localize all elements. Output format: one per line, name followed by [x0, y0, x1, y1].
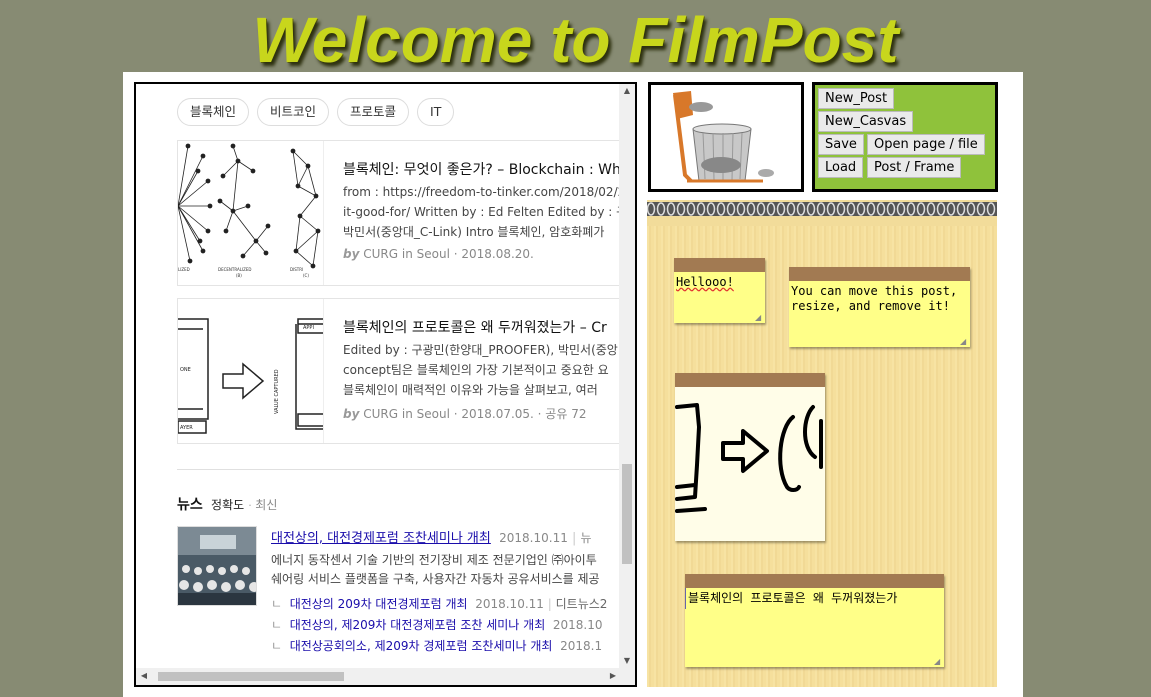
news-photo[interactable] — [177, 526, 257, 606]
resize-grip-icon[interactable]: ◢ — [960, 337, 968, 346]
resize-grip-icon[interactable]: ◢ — [934, 657, 942, 666]
by-label: by — [343, 407, 360, 421]
tag-list: 블록체인 비트코인 프로토콜 IT — [177, 98, 455, 126]
horizontal-scrollbar[interactable]: ◀ ▶ — [136, 668, 621, 685]
meta-text: CURG in Seoul · 2018.08.20. — [363, 247, 534, 261]
resize-grip-icon[interactable]: ◢ — [755, 313, 763, 322]
article-title[interactable]: 블록체인: 무엇이 좋은가? – Blockchain : Wh — [343, 159, 621, 179]
article-desc-line: concept팀은 블록체인의 가장 기본적이고 중요한 요 — [343, 363, 609, 377]
news-desc-line: 에너지 동작센서 기술 기반의 전기장비 제조 전문기업인 ㈜아이투 — [271, 553, 597, 567]
canvas-note[interactable] — [675, 373, 825, 541]
news-main-link[interactable]: 대전상의, 대전경제포럼 조찬세미나 개최 — [271, 531, 491, 546]
related-news-item: ㄴ 대전상의 209차 대전경제포럼 개최 2018.10.11 | 디트뉴스2 — [271, 597, 608, 611]
sort-recent[interactable]: 최신 — [255, 498, 277, 512]
article-desc-line: Edited by : 구광민(한양대_PROOFER), 박민서(중앙 — [343, 343, 618, 357]
embedded-page-frame[interactable]: 블록체인 비트코인 프로토콜 IT LIZED DECENTRALIZED DI… — [134, 82, 637, 687]
note-drag-bar[interactable] — [674, 258, 765, 272]
news-header: 뉴스 정확도 · 최신 — [177, 497, 278, 513]
embedded-page-content: 블록체인 비트코인 프로토콜 IT LIZED DECENTRALIZED DI… — [136, 84, 621, 668]
news-source[interactable]: 뉴 — [581, 531, 592, 545]
network-diagram-image: LIZED DECENTRALIZED DISTRI (B) (C) — [178, 141, 324, 285]
trash-bin-image[interactable] — [648, 82, 804, 192]
tag-chip[interactable]: 블록체인 — [177, 98, 250, 126]
load-button[interactable]: Load — [818, 157, 864, 178]
news-desc-line: 쉐어링 서비스 플랫폼을 구축, 사용자간 자동차 공유서비스를 제공 — [271, 572, 600, 586]
related-news-link[interactable]: 대전상의, 제209차 대전경제포럼 조찬 세미나 개최 — [290, 618, 546, 632]
diagram-label: LIZED — [178, 267, 190, 272]
horizontal-scroll-thumb[interactable] — [158, 672, 344, 681]
note-drag-bar[interactable] — [675, 373, 825, 387]
scroll-up-icon[interactable]: ▲ — [619, 84, 635, 98]
related-news-link[interactable]: 대전상의 209차 대전경제포럼 개최 — [290, 597, 468, 611]
sticky-note[interactable]: 블록체인의 프로토콜은 왜 두꺼워졌는가 ◢ — [685, 574, 944, 667]
article-description: from : https://freedom-to-tinker.com/201… — [343, 182, 621, 242]
article-title[interactable]: 블록체인의 프로토콜은 왜 두꺼워졌는가 – Cr — [343, 317, 607, 337]
article-desc-line: 박민서(중앙대_C-Link) Intro 블록체인, 암호화폐가 — [343, 225, 605, 239]
article-meta: by CURG in Seoul · 2018.07.05. · 공유 72 — [343, 405, 586, 422]
news-date: 2018.10.11 — [499, 531, 568, 545]
diagram-label: (C) — [303, 273, 309, 278]
news-main-row: 대전상의, 대전경제포럼 조찬세미나 개최 2018.10.11 | 뉴 — [271, 531, 592, 546]
article-card[interactable]: LIZED DECENTRALIZED DISTRI (B) (C) 블록체인:… — [177, 140, 621, 286]
meta-text: CURG in Seoul · 2018.07.05. · 공유 72 — [363, 407, 587, 421]
diagram-label: DISTRI — [290, 267, 303, 272]
article-desc-line: 블록체인이 매력적인 이유와 가능을 살펴보고, 여러 — [343, 383, 598, 397]
article-description: Edited by : 구광민(한양대_PROOFER), 박민서(중앙 con… — [343, 340, 618, 400]
note-text[interactable]: 블록체인의 프로토콜은 왜 두꺼워졌는가 — [685, 588, 944, 609]
post-board[interactable]: Hellooo! ◢ You can move this post, resiz… — [647, 200, 997, 687]
sketch-label: APPI — [303, 325, 314, 331]
note-text[interactable]: You can move this post, resize, and remo… — [789, 281, 970, 317]
vertical-scroll-thumb[interactable] — [622, 464, 632, 564]
article-meta: by CURG in Seoul · 2018.08.20. — [343, 247, 534, 261]
spiral-binding-icon — [647, 200, 997, 226]
post-frame-button[interactable]: Post / Frame — [867, 157, 962, 178]
news-description: 에너지 동작센서 기술 기반의 전기장비 제조 전문기업인 ㈜아이투 쉐어링 서… — [271, 551, 600, 589]
sketch-label: ONE — [180, 367, 191, 373]
tag-chip[interactable]: 비트코인 — [257, 98, 330, 126]
note-text[interactable]: Hellooo! — [674, 272, 765, 293]
note-drag-bar[interactable] — [789, 267, 970, 281]
related-news-date: 2018.10.11 — [475, 597, 544, 611]
tag-chip[interactable]: 프로토콜 — [337, 98, 410, 126]
sketch-label: AYER — [180, 425, 193, 431]
diagram-label: (B) — [236, 273, 242, 278]
new-canvas-button[interactable]: New_Casvas — [818, 111, 914, 132]
drawing-canvas[interactable] — [675, 387, 825, 537]
sketch-label: VALUE CAPTURED — [274, 369, 280, 414]
scroll-down-icon[interactable]: ▼ — [619, 654, 635, 668]
button-panel: New_Post New_Casvas Save Open page / fil… — [812, 82, 998, 192]
sticky-note[interactable]: You can move this post, resize, and remo… — [789, 267, 970, 347]
by-label: by — [343, 247, 360, 261]
related-news-item: ㄴ 대전상공회의소, 제209차 경제포럼 조찬세미나 개최 2018.1 — [271, 639, 603, 653]
protocol-sketch-image: APPI VALUE CAPTURED ONE AYER — [178, 299, 324, 443]
related-news-item: ㄴ 대전상의, 제209차 대전경제포럼 조찬 세미나 개최 2018.10 — [271, 618, 603, 632]
page-title: Welcome to FilmPost — [252, 4, 899, 76]
vertical-scrollbar[interactable]: ▲ ▼ — [619, 84, 635, 668]
divider — [177, 469, 621, 470]
tag-chip[interactable]: IT — [417, 98, 455, 126]
sort-accuracy[interactable]: 정확도 — [211, 498, 244, 512]
related-news-link[interactable]: 대전상공회의소, 제209차 경제포럼 조찬세미나 개최 — [290, 639, 553, 653]
open-page-button[interactable]: Open page / file — [867, 134, 985, 155]
save-button[interactable]: Save — [818, 134, 864, 155]
related-news-date: 2018.10 — [552, 618, 603, 632]
scrollbar-corner — [619, 668, 635, 685]
related-news-source[interactable]: 디트뉴스2 — [556, 597, 608, 611]
article-desc-line: from : https://freedom-to-tinker.com/201… — [343, 185, 621, 199]
diagram-label: DECENTRALIZED — [218, 267, 251, 272]
news-heading: 뉴스 — [177, 497, 203, 513]
note-drag-bar[interactable] — [685, 574, 944, 588]
related-news-date: 2018.1 — [560, 639, 603, 653]
article-card[interactable]: APPI VALUE CAPTURED ONE AYER 블록체인의 프로토콜은… — [177, 298, 621, 444]
sticky-note[interactable]: Hellooo! ◢ — [674, 258, 765, 323]
scroll-left-icon[interactable]: ◀ — [136, 669, 152, 683]
article-desc-line: it-good-for/ Written by : Ed Felten Edit… — [343, 205, 621, 219]
new-post-button[interactable]: New_Post — [818, 88, 895, 109]
